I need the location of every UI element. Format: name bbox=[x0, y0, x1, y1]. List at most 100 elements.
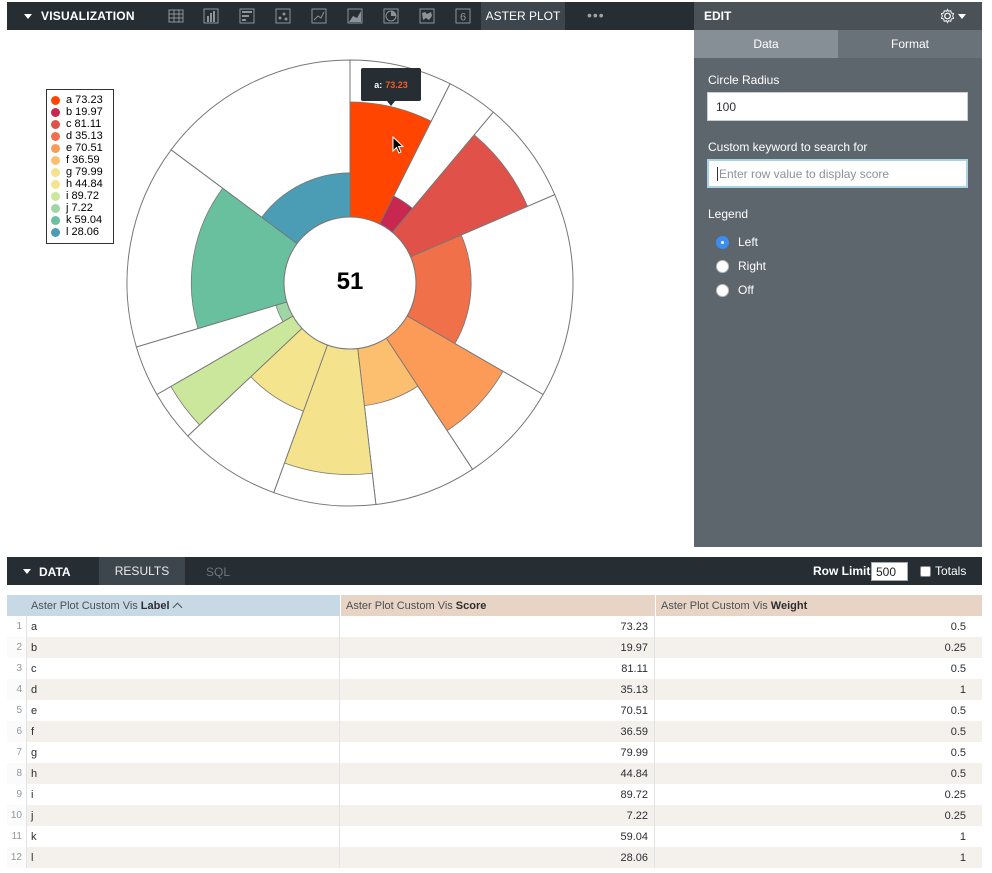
legend-item: c 81.11 bbox=[51, 118, 113, 130]
column-header-label[interactable]: Aster Plot Custom Vis Label bbox=[7, 595, 340, 616]
cell-weight[interactable]: 1 bbox=[655, 679, 982, 700]
column-header-weight[interactable]: Aster Plot Custom Vis Weight bbox=[655, 595, 982, 616]
cell-weight[interactable]: 0.5 bbox=[655, 742, 982, 763]
cell-score[interactable]: 81.11 bbox=[340, 658, 655, 679]
legend-item: e 70.51 bbox=[51, 142, 113, 154]
column-header-score[interactable]: Aster Plot Custom Vis Score bbox=[340, 595, 655, 616]
cell-label[interactable]: a bbox=[27, 616, 340, 637]
radio-button[interactable] bbox=[716, 235, 729, 249]
tab-aster-plot[interactable]: ASTER PLOT bbox=[481, 2, 565, 30]
cell-weight[interactable]: 0.5 bbox=[655, 658, 982, 679]
column-chart-icon[interactable] bbox=[203, 8, 219, 24]
area-chart-icon[interactable] bbox=[347, 8, 363, 24]
map-icon[interactable] bbox=[419, 8, 435, 24]
single-value-icon[interactable]: 6 bbox=[455, 8, 471, 24]
text-cursor bbox=[717, 166, 718, 181]
data-header[interactable]: DATA RESULTS SQL Row Limit 500 Totals bbox=[7, 557, 982, 585]
cell-weight[interactable]: 0.5 bbox=[655, 763, 982, 784]
cell-weight[interactable]: 0.25 bbox=[655, 784, 982, 805]
cell-label[interactable]: k bbox=[27, 826, 340, 847]
collapse-caret-icon[interactable] bbox=[24, 13, 32, 19]
chart-legend: a 73.23 b 19.97 c 81.11 d 35.13 e 70.51 f 36.… bbox=[46, 89, 114, 244]
radio-button[interactable] bbox=[716, 283, 729, 297]
cell-label[interactable]: c bbox=[27, 658, 340, 679]
cell-label[interactable]: d bbox=[27, 679, 340, 700]
cell-score[interactable]: 44.84 bbox=[340, 763, 655, 784]
tab-sql[interactable]: SQL bbox=[206, 565, 230, 579]
table-row: 9 i 89.72 0.25 bbox=[7, 784, 982, 805]
legend-dot bbox=[51, 215, 60, 225]
legend-label: e 70.51 bbox=[66, 142, 103, 154]
edit-tabs: Data Format bbox=[694, 30, 982, 58]
sort-ascending-icon[interactable] bbox=[172, 602, 182, 613]
legend-radio-left[interactable]: Left bbox=[716, 235, 758, 249]
row-number: 12 bbox=[7, 847, 27, 868]
table-body: 1 a 73.23 0.5 2 b 19.97 0.25 3 c 81.11 0.5 4 d 35.13 1 5… bbox=[7, 616, 982, 868]
cell-weight[interactable]: 0.25 bbox=[655, 637, 982, 658]
keyword-placeholder: Enter row value to display score bbox=[719, 166, 890, 181]
cell-weight[interactable]: 1 bbox=[655, 847, 982, 868]
scatter-icon[interactable] bbox=[275, 8, 291, 24]
cell-weight[interactable]: 0.25 bbox=[655, 805, 982, 826]
more-options-icon[interactable]: ••• bbox=[587, 7, 605, 23]
cell-score[interactable]: 73.23 bbox=[340, 616, 655, 637]
line-chart-icon[interactable] bbox=[311, 8, 327, 24]
legend-label: c 81.11 bbox=[66, 118, 102, 130]
legend-radio-right[interactable]: Right bbox=[716, 259, 766, 273]
legend-label: d 35.13 bbox=[66, 130, 103, 142]
cell-score[interactable]: 59.04 bbox=[340, 826, 655, 847]
cell-label[interactable]: b bbox=[27, 637, 340, 658]
tab-results[interactable]: RESULTS bbox=[99, 557, 185, 585]
cell-weight[interactable]: 0.5 bbox=[655, 616, 982, 637]
cell-score[interactable]: 7.22 bbox=[340, 805, 655, 826]
cell-score[interactable]: 89.72 bbox=[340, 784, 655, 805]
totals-label: Totals bbox=[935, 564, 967, 578]
row-number: 10 bbox=[7, 805, 27, 826]
cell-score[interactable]: 79.99 bbox=[340, 742, 655, 763]
collapse-caret-icon[interactable] bbox=[23, 569, 31, 574]
legend-dot bbox=[51, 95, 60, 105]
legend-label: k 59.04 bbox=[66, 214, 103, 226]
cell-weight[interactable]: 0.5 bbox=[655, 721, 982, 742]
tab-data[interactable]: Data bbox=[694, 30, 838, 58]
table-icon[interactable] bbox=[168, 8, 184, 24]
legend-radio-off[interactable]: Off bbox=[716, 283, 754, 297]
edit-header: EDIT bbox=[694, 2, 982, 30]
cell-score[interactable]: 28.06 bbox=[340, 847, 655, 868]
cell-label[interactable]: h bbox=[27, 763, 340, 784]
chevron-down-icon[interactable] bbox=[958, 13, 966, 19]
keyword-search-input[interactable]: Enter row value to display score bbox=[707, 159, 968, 188]
cell-score[interactable]: 19.97 bbox=[340, 637, 655, 658]
cell-score[interactable]: 70.51 bbox=[340, 700, 655, 721]
legend-dot bbox=[51, 191, 60, 201]
cell-label[interactable]: e bbox=[27, 700, 340, 721]
cell-score[interactable]: 36.59 bbox=[340, 721, 655, 742]
cell-weight[interactable]: 0.5 bbox=[655, 700, 982, 721]
circle-radius-input[interactable]: 100 bbox=[707, 92, 968, 121]
legend-dot bbox=[51, 119, 60, 129]
cell-label[interactable]: f bbox=[27, 721, 340, 742]
gear-icon[interactable] bbox=[940, 8, 966, 24]
totals-checkbox[interactable] bbox=[920, 566, 931, 577]
cell-label[interactable]: g bbox=[27, 742, 340, 763]
visualization-header[interactable]: VISUALIZATION 6 ASTER PLOT ••• bbox=[7, 2, 694, 30]
circle-radius-value: 100 bbox=[716, 99, 737, 114]
cell-weight[interactable]: 1 bbox=[655, 826, 982, 847]
row-limit-input[interactable]: 500 bbox=[871, 562, 908, 581]
legend-option-label: Right bbox=[738, 259, 767, 273]
cell-label[interactable]: j bbox=[27, 805, 340, 826]
legend-label: i 89.72 bbox=[66, 190, 100, 202]
tab-format[interactable]: Format bbox=[838, 30, 982, 58]
table-row: 2 b 19.97 0.25 bbox=[7, 637, 982, 658]
table-row: 5 e 70.51 0.5 bbox=[7, 700, 982, 721]
cell-label[interactable]: i bbox=[27, 784, 340, 805]
table-row: 12 l 28.06 1 bbox=[7, 847, 982, 868]
column-field: Label bbox=[140, 599, 170, 612]
cell-label[interactable]: l bbox=[27, 847, 340, 868]
legend-dot bbox=[51, 143, 60, 153]
cell-score[interactable]: 35.13 bbox=[340, 679, 655, 700]
radio-button[interactable] bbox=[716, 259, 729, 273]
bar-chart-icon[interactable] bbox=[239, 8, 255, 24]
column-prefix: Aster Plot Custom Vis bbox=[346, 599, 453, 612]
pie-chart-icon[interactable] bbox=[383, 8, 399, 24]
